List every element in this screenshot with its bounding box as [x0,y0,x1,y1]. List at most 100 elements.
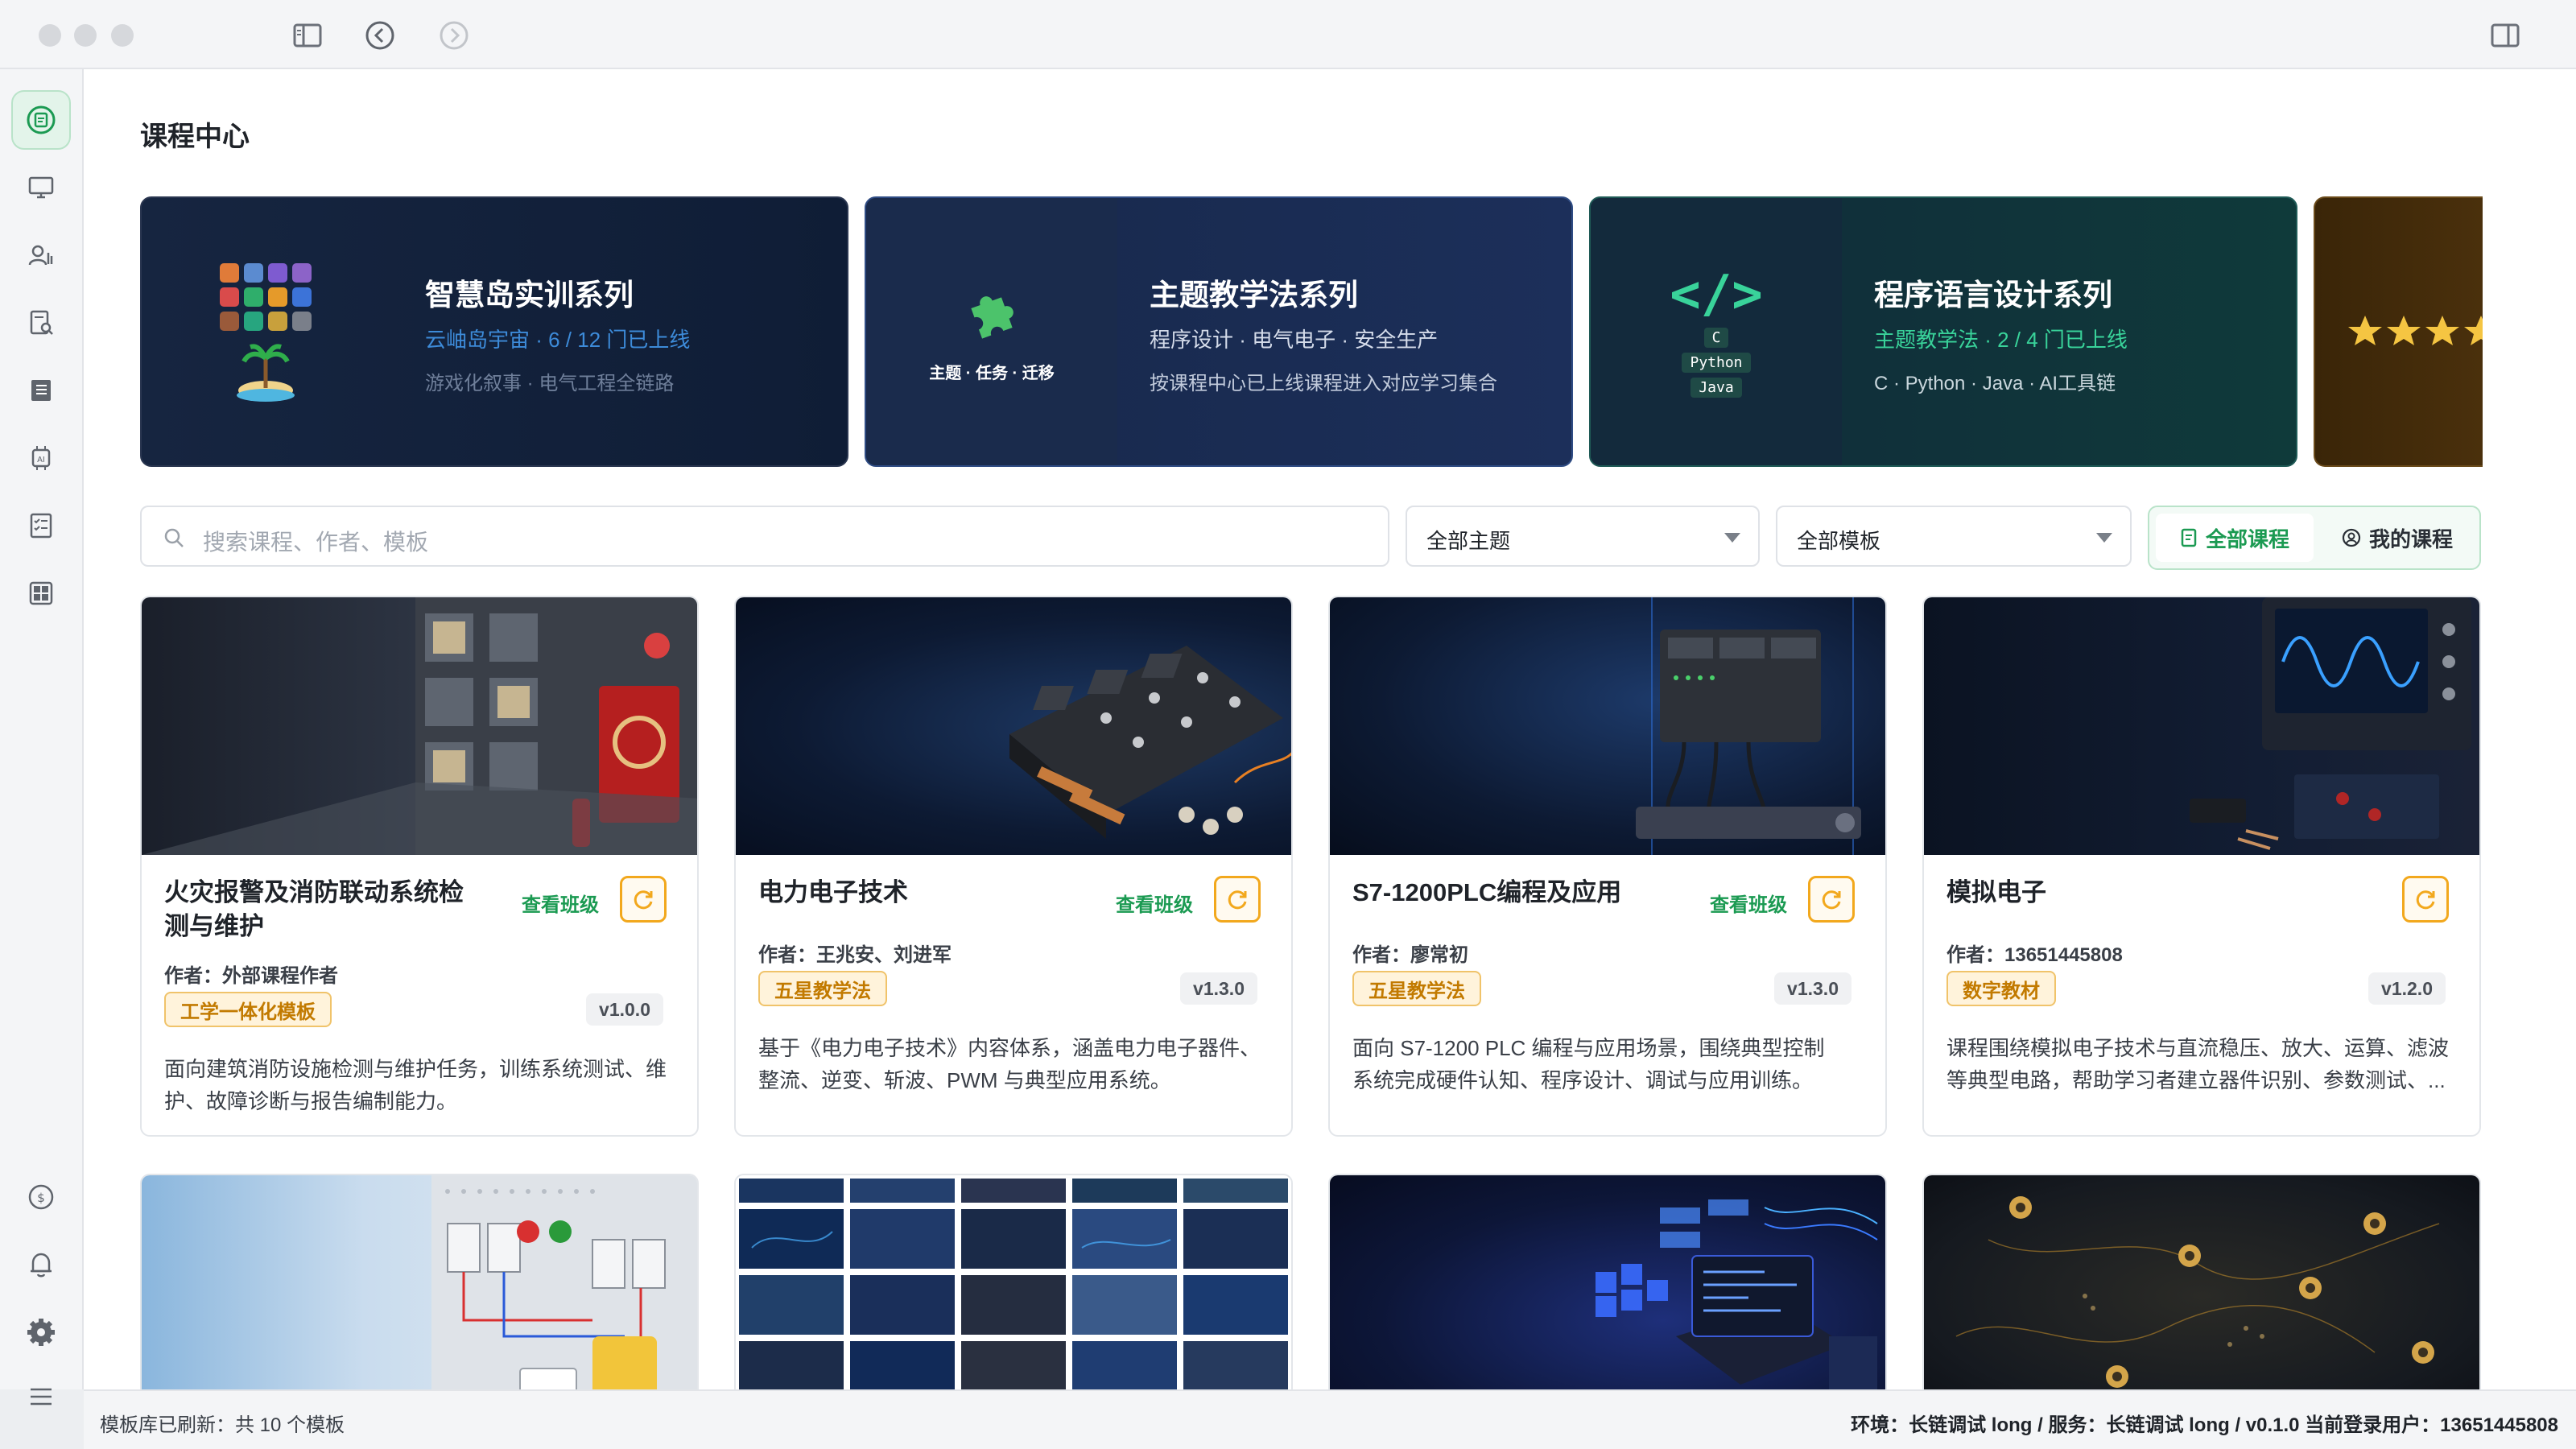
window-titlebar [0,0,2576,69]
banner-title: 主题教学法系列 [1150,279,1358,312]
banner-description: 游戏化叙事 · 电气工程全链路 [425,373,675,394]
course-thumbnail-fire-system [142,597,697,855]
all-courses-tab[interactable]: 全部课程 [2156,514,2314,562]
course-card[interactable] [1328,1174,1887,1389]
course-card[interactable]: 模拟电子 作者：13651445808 数字教材 v1.2.0 课程围绕模拟电子… [1922,596,2481,1137]
course-card[interactable]: 电力电子技术 查看班级 作者：王兆安、刘进军 五星教学法 v1.3.0 基于《电… [734,596,1293,1137]
back-icon[interactable] [362,18,398,53]
svg-text:AI: AI [37,456,45,464]
course-description-line: 整流、逆变、斩波、PWM 与典型应用系统。 [758,1068,1171,1092]
banner-programming-language[interactable]: </> C Python Java 程序语言设计系列 主题教学法 · 2 / 4… [1589,196,2297,467]
sync-icon[interactable] [2402,876,2449,923]
course-author: 作者：廖常初 [1352,944,1468,966]
lang-chip-java: Java [1690,377,1742,398]
my-courses-label: 我的课程 [2368,526,2453,551]
nav-chip-icon[interactable]: AI [11,428,71,488]
sync-icon[interactable] [620,876,667,923]
sync-icon[interactable] [1214,876,1261,923]
template-filter-value: 全部模板 [1797,529,1881,553]
course-title: 火灾报警及消防联动系统检 测与维护 [164,876,464,943]
nav-monitor-icon[interactable] [11,158,71,217]
window-close-button[interactable] [39,24,61,47]
course-card[interactable] [734,1174,1293,1389]
course-card[interactable]: S7-1200PLC编程及应用 查看班级 作者：廖常初 五星教学法 v1.3.0… [1328,596,1887,1137]
course-card[interactable] [1922,1174,2481,1389]
view-class-link[interactable]: 查看班级 [1710,889,1787,917]
template-filter-select[interactable]: 全部模板 [1776,506,2132,567]
app-sidebar: AI $ [0,69,84,1406]
notification-bell-icon[interactable] [11,1235,71,1294]
course-template-tag: 工学一体化模板 [164,992,332,1027]
banner-theme-teaching-art: 主题 · 任务 · 迁移 [866,198,1117,465]
theme-filter-select[interactable]: 全部主题 [1406,506,1760,567]
right-panel-toggle-icon[interactable] [2487,18,2523,53]
puzzle-piece-icon [971,295,1013,339]
banner-title: 智慧岛实训系列 [425,279,634,312]
course-template-tag: 数字教材 [1946,971,2056,1006]
course-description-line: 面向 S7-1200 PLC 编程与应用场景，围绕典型控制 [1352,1036,1825,1060]
course-description: 基于《电力电子技术》内容体系，涵盖电力电子器件、 整流、逆变、斩波、PWM 与典… [758,1032,1265,1096]
course-thumbnail-mosaic [736,1175,1291,1389]
course-thumbnail-programming [1330,1175,1885,1389]
course-description-line: 课程围绕模拟电子技术与直流稳压、放大、运算、滤波 [1946,1036,2450,1060]
course-description: 课程围绕模拟电子技术与直流稳压、放大、运算、滤波 等典型电路，帮助学习者建立器件… [1946,1032,2454,1096]
my-courses-tab[interactable]: 我的课程 [2320,514,2475,562]
nav-course-center-icon[interactable] [11,90,71,150]
nav-checklist-icon[interactable] [11,496,71,555]
course-thumbnail-wiring-board [142,1175,697,1389]
sync-icon[interactable] [1808,876,1855,923]
nav-users-icon[interactable] [11,225,71,285]
course-thumbnail-plc [1330,597,1885,855]
course-author: 作者：13651445808 [1946,944,2123,966]
course-title: 电力电子技术 [758,878,908,906]
window-zoom-button[interactable] [111,24,134,47]
course-description-line: 等典型电路，帮助学习者建立器件识别、参数测试、... [1946,1068,2446,1092]
lang-chip-python: Python [1682,352,1751,373]
course-description-line: 基于《电力电子技术》内容体系，涵盖电力电子器件、 [758,1036,1261,1060]
nav-dashboard-icon[interactable] [11,564,71,623]
view-class-link[interactable]: 查看班级 [522,889,599,917]
nav-document-search-icon[interactable] [11,293,71,353]
chevron-down-icon [1724,533,1740,543]
svg-text:$: $ [37,1191,45,1205]
stars-rating-icon [2348,316,2483,345]
banner-description: C · Python · Java · AI工具链 [1874,373,2116,394]
course-scope-toggle: 全部课程 我的课程 [2148,506,2481,570]
code-brackets-icon: </> [1670,264,1763,324]
settings-gear-icon[interactable] [11,1302,71,1362]
course-author: 作者：外部课程作者 [164,965,338,987]
course-card[interactable] [140,1174,699,1389]
course-template-tag: 五星教学法 [758,971,887,1006]
chevron-down-icon [2096,533,2112,543]
search-input[interactable]: 搜索课程、作者、模板 [140,506,1389,567]
view-class-link[interactable]: 查看班级 [1116,889,1193,917]
search-icon [164,528,184,547]
banner-four-star[interactable] [2314,196,2483,467]
status-environment-user: 环境：长链调试 long / 服务：长链调试 long / v0.1.0 当前登… [1851,1414,2558,1436]
course-title: S7-1200PLC编程及应用 [1352,878,1622,906]
course-version-badge: v1.3.0 [1180,972,1257,1005]
banner-description: 按课程中心已上线课程进入对应学习集合 [1150,373,1497,394]
forward-icon[interactable] [436,18,472,53]
nav-book-icon[interactable] [11,361,71,420]
banner-theme-teaching[interactable]: 主题 · 任务 · 迁移 主题教学法系列 程序设计 · 电气电子 · 安全生产 … [865,196,1573,467]
banner-subtitle: 主题教学法 · 2 / 4 门已上线 [1874,328,2128,352]
course-title-line: 火灾报警及消防联动系统检 [164,878,464,906]
course-card[interactable]: 火灾报警及消防联动系统检 测与维护 查看班级 作者：外部课程作者 工学一体化模板… [140,596,699,1137]
currency-exchange-icon[interactable]: $ [11,1167,71,1227]
menu-hamburger-icon[interactable] [11,1367,71,1426]
course-description: 面向建筑消防设施检测与维护任务，训练系统测试、维 护、故障诊断与报告编制能力。 [164,1053,671,1117]
document-icon [2181,528,2197,547]
course-version-badge: v1.3.0 [1774,972,1852,1005]
banner-smart-island[interactable]: 智慧岛实训系列 云岫岛宇宙 · 6 / 12 门已上线 游戏化叙事 · 电气工程… [140,196,848,467]
course-template-tag: 五星教学法 [1352,971,1481,1006]
sidebar-toggle-icon[interactable] [290,18,325,53]
window-minimize-button[interactable] [74,24,97,47]
status-bar: 模板库已刷新：共 10 个模板 环境：长链调试 long / 服务：长链调试 l… [84,1389,2576,1449]
status-template-refresh: 模板库已刷新：共 10 个模板 [100,1414,345,1436]
course-description-line: 护、故障诊断与报告编制能力。 [164,1089,458,1113]
course-description-line: 系统完成硬件认知、程序设计、调试与应用训练。 [1352,1068,1814,1092]
course-description-line: 面向建筑消防设施检测与维护任务，训练系统测试、维 [164,1057,667,1081]
user-circle-icon [2342,528,2361,547]
theme-filter-value: 全部主题 [1426,529,1511,553]
